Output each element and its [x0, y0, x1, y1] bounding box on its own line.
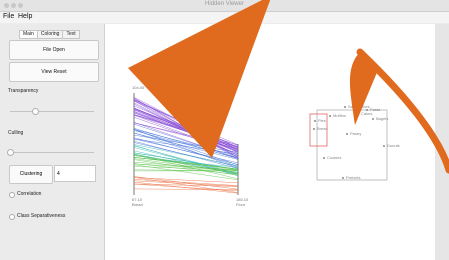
scatter-point[interactable] [383, 145, 385, 147]
menu-help[interactable]: Help [18, 13, 32, 20]
scatter-label: Bread [317, 126, 328, 131]
scatter-point[interactable] [329, 115, 331, 117]
tab-text[interactable]: Text [62, 30, 80, 39]
title-bar: Hidden Viewer [0, 0, 449, 12]
scatter-point[interactable] [313, 128, 315, 130]
file-open-button[interactable]: File Open [9, 40, 99, 60]
pc-polyline [133, 108, 239, 146]
correlation-radio[interactable] [9, 192, 15, 198]
scatter-label: Muffins [333, 113, 346, 118]
scatter-point[interactable] [346, 133, 348, 135]
scatter-point[interactable] [323, 157, 325, 159]
scatter-label: Pasta [370, 107, 381, 112]
view-reset-button[interactable]: View Reset [9, 62, 99, 82]
scatter-label: Donuts [387, 143, 400, 148]
scatter-point[interactable] [344, 106, 346, 108]
clustering-count-field[interactable]: 4 [54, 165, 96, 182]
transparency-slider[interactable] [10, 108, 94, 115]
control-panel: Main Coloring Text File Open View Reset … [0, 24, 105, 260]
class-separativeness-radio[interactable] [9, 214, 15, 220]
visualization-canvas[interactable]: 104.00 67.10 Bread 185.10 Flour Sandwich… [105, 24, 435, 260]
left-axis-top-value: 104.00 [132, 85, 145, 90]
scatter-label: Bagels [376, 116, 389, 121]
transparency-label: Transparency [8, 88, 39, 94]
scatter-point[interactable] [314, 120, 316, 122]
scatter-label: Cookies [327, 155, 342, 160]
scatter-label: Cakes [361, 111, 373, 116]
scatter-label: Pies [318, 118, 326, 123]
right-panel [435, 24, 449, 260]
pc-polyline [133, 188, 239, 190]
left-axis-name: Bread [132, 202, 143, 207]
scatter-label: Sandwiches [348, 104, 370, 109]
tab-coloring[interactable]: Coloring [36, 30, 64, 39]
app-window: Hidden Viewer File Help Main Coloring Te… [0, 0, 449, 260]
pc-polyline [133, 108, 239, 152]
right-axis-name: Flour [236, 202, 246, 207]
culling-label: Culling [8, 130, 24, 136]
clustering-button[interactable]: Clustering [9, 165, 53, 184]
class-separativeness-label: Class Separativeness [17, 213, 66, 219]
scatter-label: Pretzels [346, 175, 361, 180]
tab-main[interactable]: Main [19, 30, 38, 39]
correlation-label: Correlation [17, 191, 42, 197]
culling-slider-knob[interactable] [7, 149, 14, 156]
scatter-point[interactable] [372, 118, 374, 120]
polyline-group [133, 97, 239, 194]
scatter-point[interactable] [342, 177, 344, 179]
pc-polyline [133, 153, 239, 180]
menu-bar: File Help [0, 12, 449, 23]
culling-slider[interactable] [7, 149, 94, 156]
scatter-label: Pastry [350, 131, 362, 136]
transparency-slider-knob[interactable] [32, 108, 40, 115]
scatter-point[interactable] [357, 113, 359, 115]
parallel-coordinates-plot[interactable] [105, 24, 435, 260]
window-title: Hidden Viewer [205, 1, 244, 7]
menu-file[interactable]: File [3, 13, 14, 20]
tab-bar: Main Coloring Text [19, 30, 80, 39]
